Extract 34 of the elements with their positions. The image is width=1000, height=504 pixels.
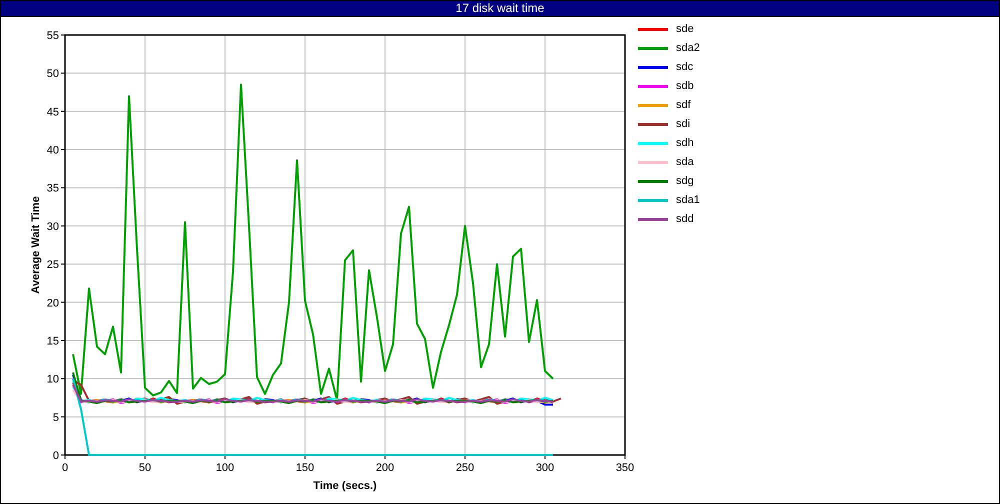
x-tick-label: 100 — [216, 462, 234, 474]
y-tick-label: 30 — [46, 220, 59, 233]
x-axis-title: Time (secs.) — [313, 480, 377, 492]
y-tick-label: 50 — [46, 68, 59, 80]
x-tick-label: 350 — [616, 462, 634, 474]
legend-label: sdi — [676, 118, 690, 130]
y-tick-label: 35 — [46, 182, 59, 195]
y-tick-label: 10 — [46, 374, 59, 386]
x-tick-label: 300 — [536, 462, 554, 474]
y-tick-label: 5 — [52, 412, 59, 424]
y-tick-label: 40 — [46, 144, 59, 157]
legend-label: sdf — [676, 99, 691, 111]
legend-label: sdh — [676, 137, 694, 149]
legend-label: sdc — [676, 61, 694, 73]
x-tick-label: 250 — [456, 462, 474, 474]
legend-label: sdb — [676, 80, 694, 92]
y-tick-label: 0 — [52, 450, 59, 462]
x-tick-label: 150 — [296, 462, 314, 474]
y-tick-label: 25 — [46, 259, 59, 272]
legend-label: sda — [676, 156, 694, 168]
legend-label: sdd — [676, 213, 694, 225]
y-tick-label: 15 — [46, 335, 59, 348]
legend-label: sdg — [676, 175, 694, 187]
y-tick-label: 45 — [46, 106, 59, 118]
legend-label: sda2 — [676, 42, 700, 54]
x-tick-label: 0 — [62, 462, 68, 474]
y-tick-label: 55 — [46, 30, 59, 42]
chart-title: 17 disk wait time — [456, 1, 544, 15]
x-tick-label: 50 — [138, 462, 152, 474]
legend-label: sde — [676, 23, 694, 35]
x-tick-label: 200 — [376, 462, 394, 474]
y-tick-label: 20 — [46, 297, 59, 310]
legend-label: sda1 — [676, 194, 700, 206]
y-axis-title: Average Wait Time — [30, 196, 42, 294]
